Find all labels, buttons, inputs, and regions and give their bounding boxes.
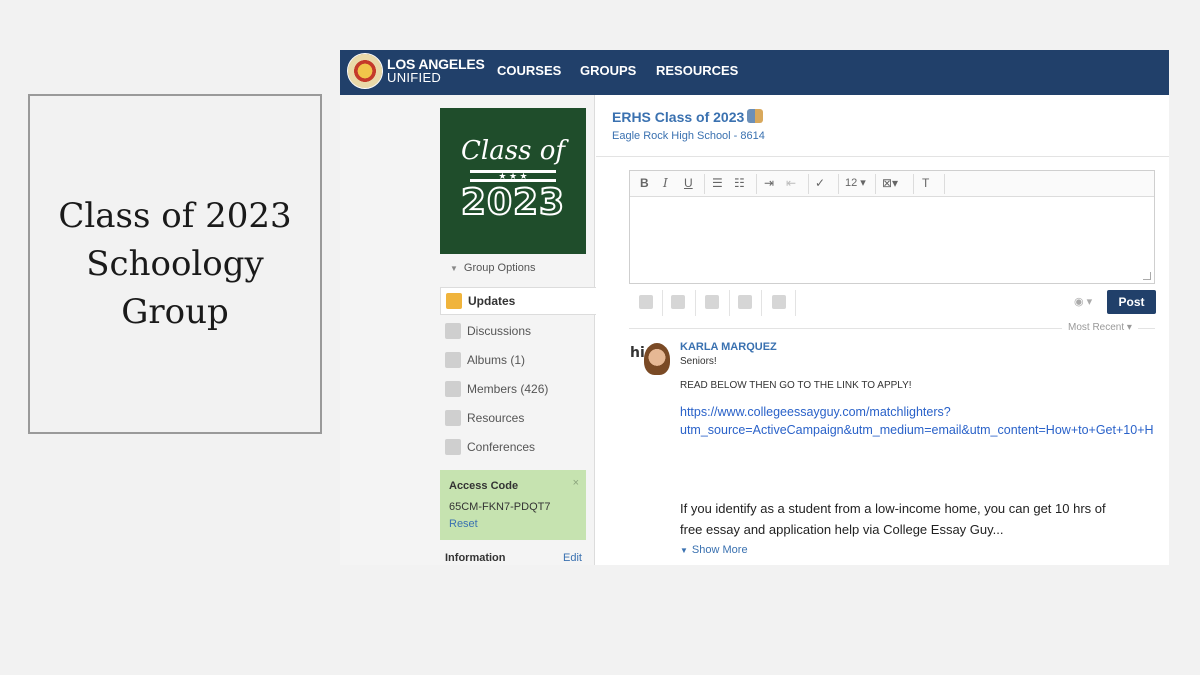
sidebar-item-label: Resources	[467, 411, 525, 425]
show-more-label: Show More	[691, 544, 748, 556]
conferences-icon	[445, 439, 461, 455]
group-school-subtitle[interactable]: Eagle Rock High School - 8614	[612, 130, 765, 142]
bold-button[interactable]: B	[640, 176, 649, 190]
post-line-seniors: Seniors!	[680, 356, 717, 367]
access-code-reset-link[interactable]: Reset	[449, 518, 478, 530]
sidebar-item-members[interactable]: Members (426)	[440, 375, 595, 403]
numbered-list-icon[interactable]: ☷	[734, 176, 745, 190]
group-image-script: Class of	[461, 136, 565, 166]
sidebar-item-label: Discussions	[467, 324, 532, 338]
post-body-line-1: If you identify as a student from a low-…	[680, 501, 1106, 516]
show-more-link[interactable]: ▼ Show More	[680, 544, 748, 556]
attach-link-icon[interactable]	[671, 295, 685, 309]
privacy-eye-icon[interactable]: ◉ ▾	[1074, 295, 1092, 308]
post-author-link[interactable]: KARLA MARQUEZ	[680, 341, 777, 353]
avatar-hi-text: hi	[630, 345, 645, 361]
updates-icon	[446, 293, 462, 309]
schoology-screenshot: LOS ANGELES UNIFIED COURSES GROUPS RESOU…	[340, 50, 1169, 565]
header-divider	[596, 156, 1169, 157]
slide-title-box: Class of 2023 Schoology Group	[28, 94, 322, 434]
post-line-instructions: READ BELOW THEN GO TO THE LINK TO APPLY!	[680, 380, 912, 391]
post-body-line-2: free essay and application help via Coll…	[680, 522, 1004, 537]
lausd-seal-icon[interactable]	[347, 53, 383, 89]
top-navigation-bar: LOS ANGELES UNIFIED COURSES GROUPS RESOU…	[340, 50, 1169, 95]
editor-toolbar: B I U ☰ ☷ ⇥ ⇤ ✓ 12 ▾ ⊠▾ T	[630, 171, 1154, 197]
access-code-title: Access Code	[449, 480, 519, 492]
group-options-label: Group Options	[463, 262, 536, 274]
access-code-value: 65CM-FKN7-PDQT7	[449, 501, 551, 513]
group-options-menu[interactable]: ▼ Group Options	[450, 262, 535, 274]
access-code-panel: Access Code × 65CM-FKN7-PDQT7 Reset	[440, 470, 586, 540]
font-size-select[interactable]: 12 ▾	[845, 176, 866, 189]
group-image-year: 2023	[460, 181, 566, 224]
caret-down-icon: ▼	[680, 546, 688, 555]
logo-text-line-2[interactable]: UNIFIED	[387, 70, 441, 85]
sidebar-item-label: Conferences	[467, 440, 536, 454]
information-heading: Information	[445, 552, 506, 564]
avatar-face-icon	[644, 343, 670, 375]
avatar[interactable]: hi	[630, 341, 672, 381]
sidebar-item-label: Albums (1)	[467, 353, 526, 367]
post-editor[interactable]: B I U ☰ ☷ ⇥ ⇤ ✓ 12 ▾ ⊠▾ T	[629, 170, 1155, 284]
post-link-line-1[interactable]: https://www.collegeessayguy.com/matchlig…	[680, 405, 951, 419]
slide-title: Class of 2023 Schoology Group	[45, 192, 305, 336]
slide-title-line-1: Class of 2023	[58, 196, 292, 236]
slide-title-line-3: Group	[121, 292, 229, 332]
attach-file-icon[interactable]	[639, 295, 653, 309]
resources-icon	[445, 410, 461, 426]
caret-down-icon: ▼	[450, 264, 458, 273]
post-link-line-2[interactable]: utm_source=ActiveCampaign&utm_medium=ema…	[680, 423, 1154, 437]
nav-courses[interactable]: COURSES	[497, 63, 561, 78]
information-edit-link[interactable]: Edit	[563, 552, 582, 564]
discussions-icon	[445, 323, 461, 339]
albums-icon	[445, 352, 461, 368]
sidebar-item-discussions[interactable]: Discussions	[440, 317, 595, 345]
sidebar-item-conferences[interactable]: Conferences	[440, 433, 595, 461]
outdent-icon[interactable]: ⇤	[786, 176, 796, 190]
underline-button[interactable]: U	[684, 176, 693, 190]
sort-most-recent-dropdown[interactable]: Most Recent ▾	[1062, 322, 1138, 333]
group-title-text: ERHS Class of 2023	[612, 109, 745, 125]
sidebar-item-albums[interactable]: Albums (1)	[440, 346, 595, 374]
attach-media-icon[interactable]	[738, 295, 752, 309]
slide-title-line-2: Schoology	[86, 244, 264, 284]
sidebar-item-label: Updates	[468, 294, 516, 308]
clear-formatting-button[interactable]: T	[922, 176, 929, 190]
attach-poll-icon[interactable]	[772, 295, 786, 309]
left-sidebar: Class of ★ ★ ★ 2023 ▼ Group Options Updat…	[340, 95, 596, 565]
group-image-stars: ★ ★ ★	[470, 170, 556, 182]
bullet-list-icon[interactable]: ☰	[712, 176, 723, 190]
sidebar-item-updates[interactable]: Updates	[440, 287, 596, 315]
members-icon	[445, 381, 461, 397]
italic-button[interactable]: I	[663, 176, 668, 190]
spellcheck-icon[interactable]: ✓	[815, 176, 825, 190]
group-profile-image: Class of ★ ★ ★ 2023	[440, 108, 586, 254]
insert-special-icon[interactable]: ⊠▾	[882, 176, 898, 190]
group-title[interactable]: ERHS Class of 2023	[612, 109, 764, 125]
close-icon[interactable]: ×	[573, 477, 579, 489]
nav-groups[interactable]: GROUPS	[580, 63, 636, 78]
group-people-icon	[747, 109, 764, 123]
indent-icon[interactable]: ⇥	[764, 176, 774, 190]
sidebar-item-label: Members (426)	[467, 382, 549, 396]
post-button[interactable]: Post	[1107, 290, 1156, 314]
nav-resources[interactable]: RESOURCES	[656, 63, 738, 78]
sidebar-item-resources[interactable]: Resources	[440, 404, 595, 432]
resize-handle-icon[interactable]	[1143, 272, 1151, 280]
attach-resource-icon[interactable]	[705, 295, 719, 309]
